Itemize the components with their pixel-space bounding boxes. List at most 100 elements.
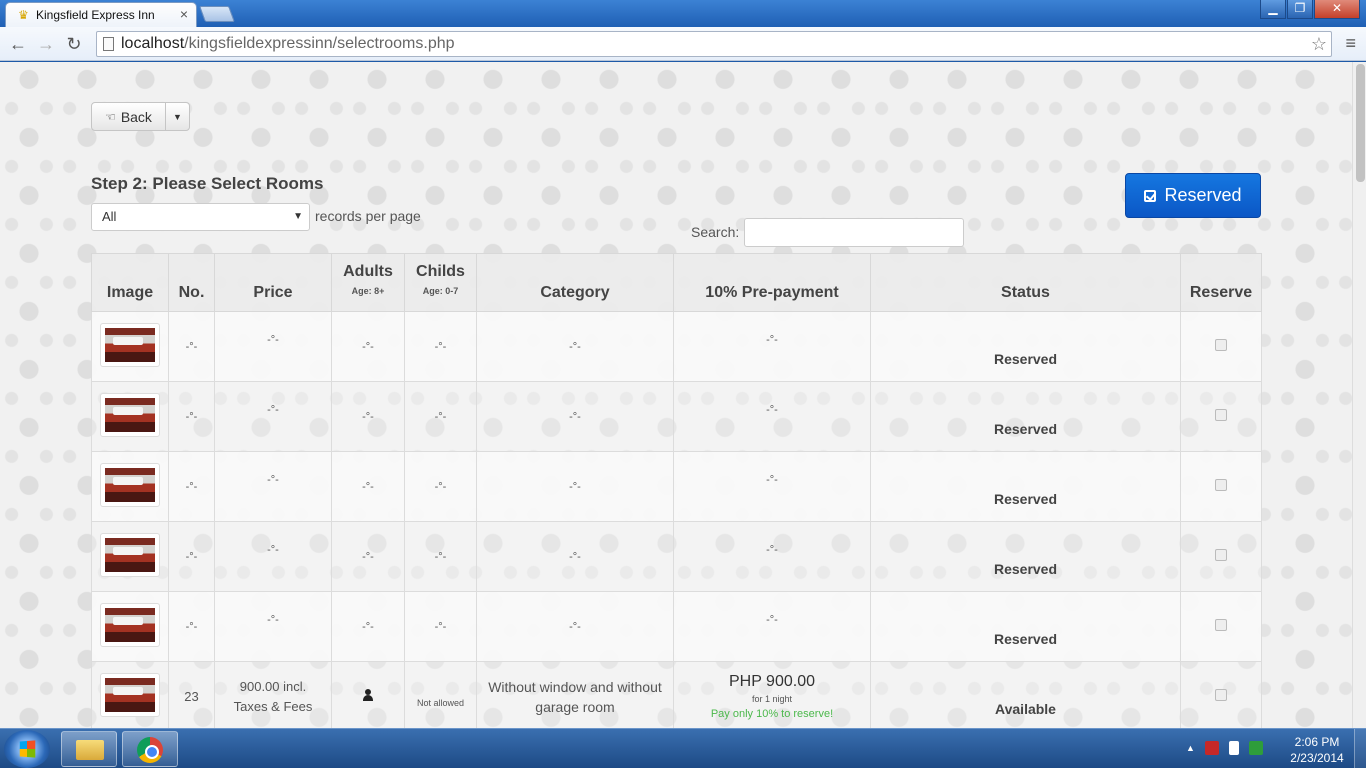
room-price: 900.00 incl. Taxes & Fees: [214, 661, 332, 728]
records-per-page-value: All: [102, 209, 117, 224]
room-childs: -°-: [404, 591, 477, 662]
reserve-checkbox[interactable]: [1215, 549, 1227, 561]
network-icon[interactable]: [1248, 741, 1263, 755]
col-childs[interactable]: Childs Age: 0-7: [404, 253, 477, 312]
reserve-checkbox[interactable]: [1215, 339, 1227, 351]
back-button-label: Back: [120, 108, 152, 125]
back-dropdown-toggle[interactable]: ▼: [166, 103, 189, 130]
url-path: /kingsfieldexpressinn/selectrooms.php: [184, 35, 455, 52]
room-prepayment: -°-: [673, 311, 871, 382]
system-clock[interactable]: 2:06 PM 2/23/2014: [1282, 734, 1352, 766]
windows-taskbar: ▲ 2:06 PM 2/23/2014: [0, 728, 1366, 768]
room-thumbnail[interactable]: [100, 393, 160, 437]
person-icon: [363, 689, 373, 701]
room-no: -°-: [168, 311, 215, 382]
browser-toolbar: ← → ↻ localhost/kingsfieldexpressinn/sel…: [0, 27, 1366, 61]
action-center-flag-icon[interactable]: [1228, 741, 1239, 755]
room-thumbnail[interactable]: [100, 323, 160, 367]
room-prepayment: -°-: [673, 451, 871, 522]
room-prepayment: -°-: [673, 521, 871, 592]
page-content: ☜ Back ▼ Step 2: Please Select Rooms All…: [0, 62, 1352, 728]
room-category: -°-: [476, 381, 674, 452]
table-row: 23 900.00 incl. Taxes & Fees Not allowed…: [91, 661, 1262, 728]
room-price-line2: Taxes & Fees: [233, 698, 313, 714]
security-icon[interactable]: [1204, 741, 1219, 755]
room-prepayment: PHP 900.00 for 1 night Pay only 10% to r…: [673, 661, 871, 728]
new-tab-button[interactable]: [199, 6, 235, 22]
room-photo: [105, 678, 155, 712]
address-bar[interactable]: localhost/kingsfieldexpressinn/selectroo…: [96, 31, 1332, 57]
room-adults: -°-: [331, 521, 405, 592]
room-category: -°-: [476, 521, 674, 592]
room-status: Reserved: [870, 381, 1181, 452]
room-status: Reserved: [870, 311, 1181, 382]
table-row: -°- -°- -°- -°- -°- -°- Reserved: [91, 591, 1262, 662]
close-window-button[interactable]: ✕: [1314, 0, 1360, 19]
table-row: -°- -°- -°- -°- -°- -°- Reserved: [91, 381, 1262, 452]
windows-logo-icon: [19, 740, 36, 758]
back-arrow-icon[interactable]: ←: [6, 32, 30, 56]
reserve-cell: [1180, 451, 1262, 522]
room-no: -°-: [168, 591, 215, 662]
col-price[interactable]: Price: [214, 253, 332, 312]
room-thumbnail[interactable]: [100, 463, 160, 507]
chrome-menu-icon[interactable]: ≡: [1345, 33, 1356, 54]
browser-tab[interactable]: ♛ Kingsfield Express Inn ×: [5, 2, 197, 27]
room-adults: -°-: [331, 451, 405, 522]
reserve-checkbox[interactable]: [1215, 689, 1227, 701]
crown-favicon-icon: ♛: [18, 8, 29, 22]
room-photo: [105, 328, 155, 362]
room-price: -°-: [214, 451, 332, 522]
tray-expand-icon[interactable]: ▲: [1186, 743, 1195, 755]
reserve-checkbox[interactable]: [1215, 619, 1227, 631]
records-per-page-select[interactable]: All ▼: [91, 203, 310, 231]
room-adults: -°-: [331, 591, 405, 662]
room-prepayment: -°-: [673, 381, 871, 452]
table-row: -°- -°- -°- -°- -°- -°- Reserved: [91, 521, 1262, 592]
room-category: Without window and without garage room: [476, 661, 674, 728]
search-label: Search:: [691, 224, 740, 240]
room-adults: -°-: [331, 381, 405, 452]
room-category: -°-: [476, 311, 674, 382]
start-button[interactable]: [4, 730, 50, 768]
room-price: -°-: [214, 521, 332, 592]
col-no[interactable]: No.: [168, 253, 215, 312]
room-childs: -°-: [404, 451, 477, 522]
reload-icon[interactable]: ↻: [62, 32, 86, 56]
forward-arrow-icon[interactable]: →: [34, 32, 58, 56]
room-status: Available: [870, 661, 1181, 728]
col-childs-label: Childs: [416, 263, 465, 280]
show-desktop-button[interactable]: [1354, 729, 1366, 768]
col-status[interactable]: Status: [870, 253, 1181, 312]
search-input[interactable]: [744, 218, 964, 247]
room-thumbnail[interactable]: [100, 603, 160, 647]
col-prepayment[interactable]: 10% Pre-payment: [673, 253, 871, 312]
bookmark-star-icon[interactable]: ☆: [1311, 32, 1327, 56]
room-childs: Not allowed: [404, 661, 477, 728]
vertical-scrollbar[interactable]: [1352, 62, 1366, 728]
col-image[interactable]: Image: [91, 253, 169, 312]
system-tray: ▲: [1186, 741, 1263, 755]
room-childs: -°-: [404, 521, 477, 592]
reserve-checkbox[interactable]: [1215, 409, 1227, 421]
room-thumbnail[interactable]: [100, 673, 160, 717]
room-no: 23: [168, 661, 215, 728]
room-adults: [331, 661, 405, 728]
back-button[interactable]: ☜ Back: [92, 103, 166, 130]
tab-close-icon[interactable]: ×: [180, 6, 188, 22]
maximize-button[interactable]: ❐: [1287, 0, 1313, 19]
taskbar-explorer[interactable]: [61, 731, 117, 767]
prepayment-note: for 1 night: [751, 694, 793, 704]
hand-left-icon: ☜: [105, 109, 116, 124]
scrollbar-thumb[interactable]: [1356, 64, 1365, 182]
check-square-icon: [1144, 189, 1157, 202]
room-thumbnail[interactable]: [100, 533, 160, 577]
col-adults[interactable]: Adults Age: 8+: [331, 253, 405, 312]
reserved-button[interactable]: Reserved: [1125, 173, 1261, 218]
col-category[interactable]: Category: [476, 253, 674, 312]
minimize-button[interactable]: ▁: [1260, 0, 1286, 19]
table-row: -°- -°- -°- -°- -°- -°- Reserved: [91, 311, 1262, 382]
taskbar-chrome[interactable]: [122, 731, 178, 767]
col-reserve[interactable]: Reserve: [1180, 253, 1262, 312]
reserve-checkbox[interactable]: [1215, 479, 1227, 491]
